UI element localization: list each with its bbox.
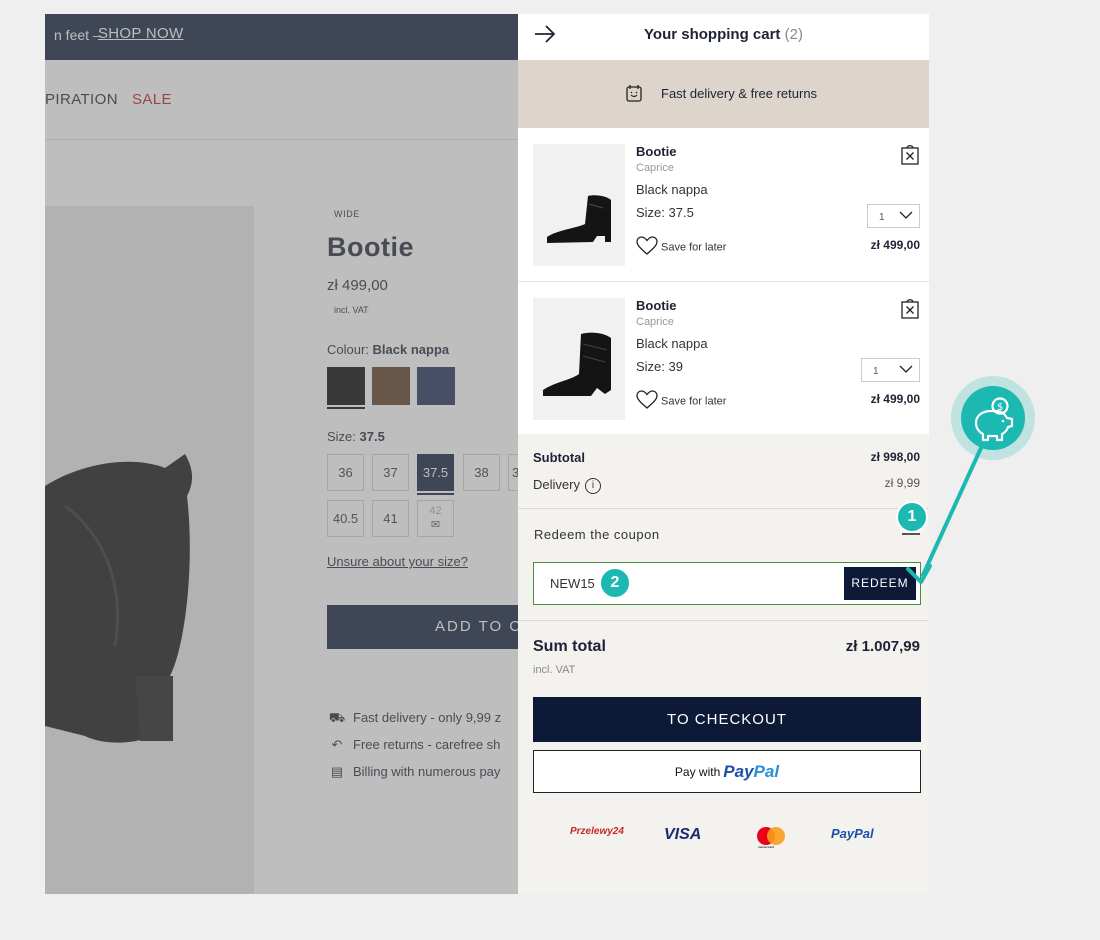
piggy-bank-icon: $ [961,386,1025,450]
quantity-select[interactable]: 1 [867,204,920,228]
coupon-form: REDEEM [533,562,921,605]
visa-logo: VISA [664,826,702,843]
delivery-value: zł 9,99 [884,476,920,490]
coupon-label[interactable]: Redeem the coupon [534,527,660,542]
heart-icon [636,236,658,259]
item-price: zł 499,00 [870,238,920,252]
step-badge-1: 1 [896,501,928,533]
remove-bag-icon[interactable] [901,297,919,324]
remove-bag-icon[interactable] [901,143,919,170]
item-size: Size: 37.5 [636,205,694,220]
quantity-select[interactable]: 1 [861,358,920,382]
item-brand: Caprice [636,316,674,328]
chevron-down-icon [899,211,913,223]
paypal-button[interactable]: Pay with PayPal [533,750,921,793]
product-thumbnail[interactable] [533,298,625,420]
browser-viewport: n feet – SHOP NOW PIRATION SALE WIDE Boo… [45,14,929,894]
subtotal-value: zł 998,00 [870,450,920,464]
mastercard-logo: mastercard [756,826,786,853]
paypal-footer-logo: PayPal [831,826,874,841]
cart-count: (2) [784,26,803,43]
sum-total-vat: incl. VAT [533,664,576,676]
divider [518,508,929,509]
save-for-later-button[interactable]: Save for later [636,390,726,413]
item-color: Black nappa [636,336,708,351]
subtotal-label: Subtotal [533,450,585,465]
delivery-banner-text: Fast delivery & free returns [661,86,818,101]
checkout-button[interactable]: TO CHECKOUT [533,697,921,742]
item-price: zł 499,00 [870,392,920,406]
paypal-logo: PayPal [723,762,780,781]
cart-item: Bootie Caprice Black nappa Size: 37.5 Sa… [518,128,929,280]
sum-total-label: Sum total [533,638,606,655]
product-thumbnail[interactable] [533,144,625,266]
cart-title: Your shopping cart (2) [644,26,803,43]
coupon-input[interactable] [550,576,800,591]
sum-total-value: zł 1.007,99 [845,638,920,655]
boot-image [547,195,611,243]
step-badge-2: 2 [599,567,631,599]
delivery-label: Delivery i [533,477,601,494]
przelewy24-logo: Przelewy24 [570,826,624,837]
page-dim-overlay[interactable] [45,14,518,894]
save-for-later-button[interactable]: Save for later [636,236,726,259]
divider [518,620,929,621]
cart-header: Your shopping cart (2) [518,14,929,60]
chevron-down-icon [899,365,913,377]
info-icon[interactable]: i [584,477,601,494]
item-color: Black nappa [636,182,708,197]
item-size: Size: 39 [636,359,683,374]
redeem-button[interactable]: REDEEM [844,567,916,600]
boot-image [543,332,611,396]
item-name[interactable]: Bootie [636,298,676,313]
cart-drawer: Your shopping cart (2) Fast delivery & f… [518,14,929,894]
item-brand: Caprice [636,162,674,174]
piggy-bank-badge: $ [951,376,1035,460]
item-name[interactable]: Bootie [636,144,676,159]
cart-items: Bootie Caprice Black nappa Size: 37.5 Sa… [518,128,929,434]
calendar-smile-icon [626,84,642,105]
heart-icon [636,390,658,413]
cart-item: Bootie Caprice Black nappa Size: 39 Save… [518,281,929,433]
delivery-banner: Fast delivery & free returns [518,60,929,128]
collapse-icon[interactable] [902,533,920,535]
